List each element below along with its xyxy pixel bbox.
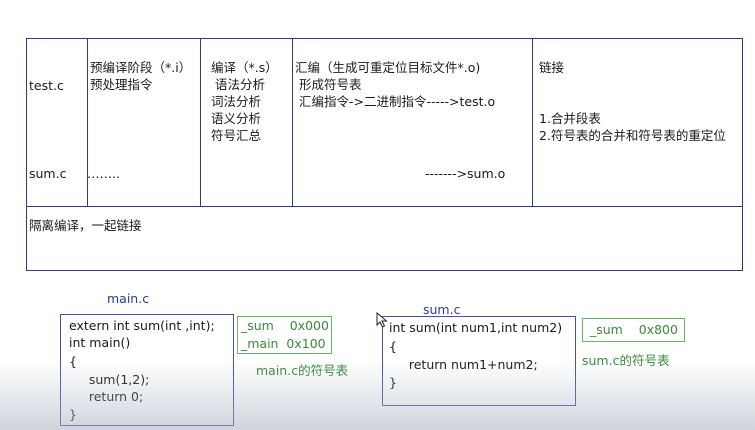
table-divider [200, 39, 201, 207]
code-line: { [69, 354, 77, 369]
symbol-entry: _sum 0x000 [241, 318, 329, 333]
code-line: int sum(int num1,int num2) [389, 320, 563, 335]
row1-compile: 编译（*.s） 语法分析 词法分析 语义分析 符号汇总 [211, 60, 278, 143]
main-symbol-label: main.c的符号表 [256, 363, 349, 378]
main-symbol-table: _sum 0x000 _main 0x100 [237, 316, 332, 354]
table-divider [292, 39, 293, 207]
main-file-title: main.c [107, 291, 150, 306]
code-line: } [69, 407, 77, 422]
code-line: return num1+num2; [389, 357, 538, 372]
symbol-entry: _sum 0x800 [590, 322, 678, 337]
table-divider [27, 206, 742, 207]
sum-code-box: int sum(int num1,int num2) { return num1… [382, 316, 576, 406]
code-line: return 0; [69, 389, 144, 404]
table-note: 隔离编译，一起链接 [29, 218, 142, 233]
row2-assemble: ------->sum.o [425, 166, 506, 181]
symbol-entry: _main 0x100 [241, 336, 326, 351]
row1-link: 链接 1.合并段表 2.符号表的合并和符号表的重定位 [539, 60, 726, 143]
main-code-box: extern int sum(int ,int); int main() { s… [60, 314, 234, 426]
row1-file: test.c [29, 78, 64, 93]
code-line: } [389, 375, 397, 390]
mouse-cursor-icon [376, 312, 388, 328]
code-line: { [389, 339, 397, 354]
row2-preprocess: …….. [87, 166, 120, 181]
row2-file: sum.c [29, 166, 67, 181]
row1-assemble: 汇编（生成可重定位目标文件*.o) 形成符号表 汇编指令->二进制指令-----… [295, 60, 496, 109]
row1-preprocess: 预编译阶段（*.i） 预处理指令 [90, 60, 192, 92]
compilation-table: test.c 预编译阶段（*.i） 预处理指令 编译（*.s） 语法分析 词法分… [26, 38, 743, 271]
sum-symbol-label: sum.c的符号表 [582, 353, 670, 368]
table-divider [532, 39, 533, 207]
sum-symbol-table: _sum 0x800 [582, 318, 685, 342]
code-line: int main() [69, 335, 131, 350]
